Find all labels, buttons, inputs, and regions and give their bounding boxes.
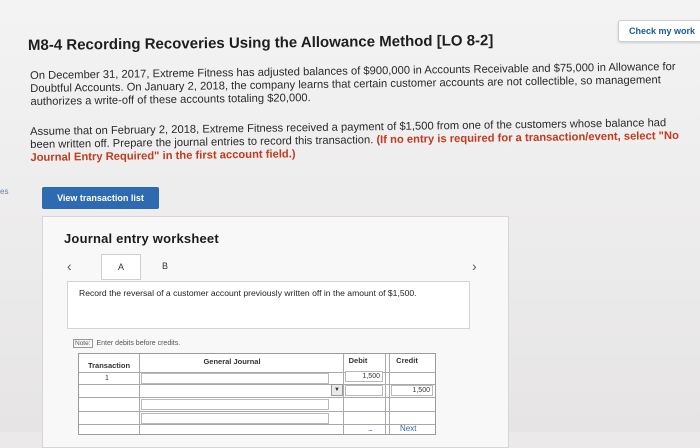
note: Note: Enter debits before credits. bbox=[73, 339, 181, 348]
page-title: M8-4 Recording Recoveries Using the Allo… bbox=[27, 32, 494, 54]
note-text: Enter debits before credits. bbox=[96, 340, 181, 347]
account-select-row-3[interactable] bbox=[141, 399, 329, 410]
credit-input-row-2[interactable]: 1,500 bbox=[391, 385, 433, 396]
instruction-text: Record the reversal of a customer accoun… bbox=[79, 288, 417, 298]
header-debit: Debit bbox=[348, 356, 368, 365]
column-divider bbox=[343, 354, 344, 434]
chevron-right-icon[interactable]: › bbox=[472, 258, 477, 274]
row-divider bbox=[79, 411, 435, 412]
column-divider bbox=[389, 354, 390, 434]
header-credit: Credit bbox=[396, 356, 418, 365]
problem-paragraph-1: On December 31, 2017, Extreme Fitness ha… bbox=[30, 60, 676, 108]
column-divider bbox=[139, 354, 140, 434]
note-label: Note: bbox=[73, 339, 93, 348]
account-select-row-4[interactable] bbox=[141, 413, 329, 424]
row-divider bbox=[79, 397, 435, 398]
debit-input-row-1[interactable]: 1,500 bbox=[345, 371, 383, 382]
chevron-left-icon[interactable]: ‹ bbox=[67, 258, 72, 274]
chevron-down-icon[interactable]: ▼ bbox=[331, 384, 343, 396]
view-transaction-list-button[interactable]: View transaction list bbox=[42, 187, 159, 209]
check-my-work-button[interactable]: Check my work bbox=[618, 20, 700, 42]
tab-b[interactable]: B bbox=[150, 254, 180, 278]
page-background: Check my work M8-4 Recording Recoveries … bbox=[0, 0, 700, 448]
header-general-journal: General Journal bbox=[203, 357, 261, 366]
problem-paragraph-2: Assume that on February 2, 2018, Extreme… bbox=[30, 117, 685, 165]
tab-a[interactable]: A bbox=[101, 254, 141, 280]
row-divider bbox=[79, 424, 435, 425]
side-tab-fragment[interactable]: es bbox=[0, 187, 8, 196]
column-divider bbox=[385, 354, 386, 434]
debit-input-row-2[interactable] bbox=[345, 385, 383, 396]
account-select-row-1[interactable] bbox=[141, 373, 329, 384]
row-1-transaction-number: 1 bbox=[105, 375, 109, 382]
header-transaction: Transaction bbox=[87, 361, 131, 370]
worksheet-title: Journal entry worksheet bbox=[64, 231, 219, 246]
journal-table: Transaction General Journal Debit Credit… bbox=[78, 353, 436, 435]
